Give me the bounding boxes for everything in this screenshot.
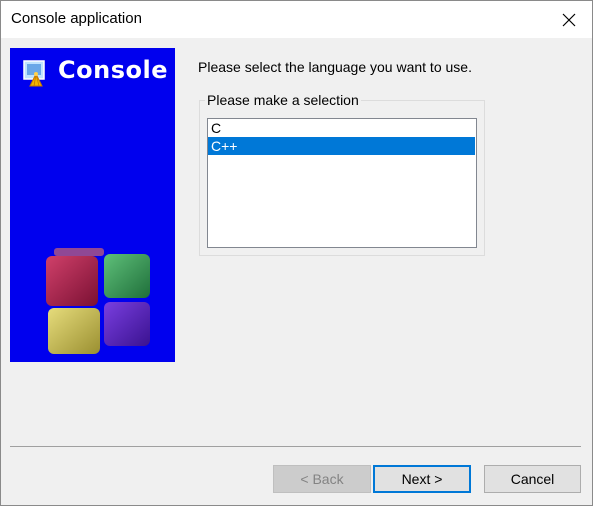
- close-icon: [562, 13, 576, 26]
- close-button[interactable]: [546, 1, 592, 38]
- title-bar[interactable]: Console application: [1, 1, 592, 38]
- cubes-graphic: [46, 248, 150, 354]
- language-listbox[interactable]: C C++: [207, 118, 477, 248]
- wizard-logo-icon: [23, 60, 45, 87]
- next-button[interactable]: Next >: [373, 465, 471, 493]
- list-item-cpp[interactable]: C++: [208, 137, 475, 155]
- wizard-banner: Console: [10, 48, 175, 362]
- selection-group-label: Please make a selection: [205, 92, 361, 108]
- list-item-c[interactable]: C: [208, 119, 476, 137]
- window-title: Console application: [11, 10, 142, 27]
- banner-title: Console: [58, 56, 168, 84]
- language-prompt: Please select the language you want to u…: [198, 59, 472, 75]
- footer-divider: [10, 446, 581, 447]
- cancel-button[interactable]: Cancel: [484, 465, 581, 493]
- back-button[interactable]: < Back: [273, 465, 371, 493]
